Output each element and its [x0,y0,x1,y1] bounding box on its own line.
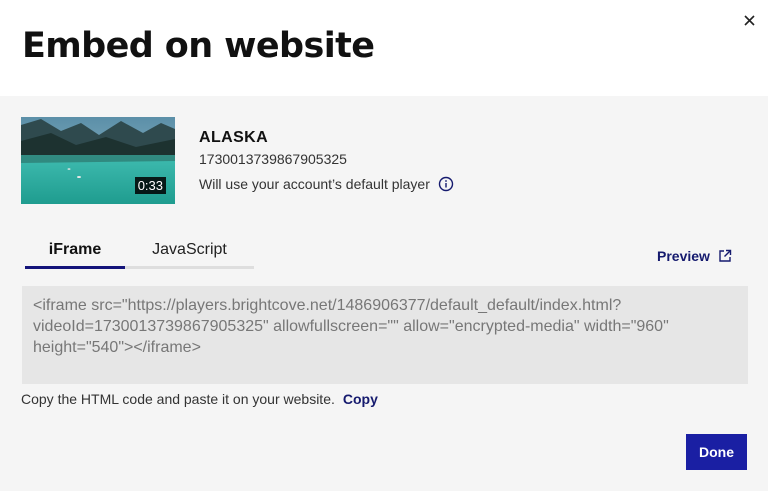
tab-iframe[interactable]: iFrame [25,239,125,269]
video-id: 1730013739867905325 [199,151,347,167]
close-button[interactable] [738,9,760,31]
embed-tabs: iFrame JavaScript [25,239,254,269]
copy-hint-text: Copy the HTML code and paste it on your … [21,391,335,407]
dialog-header: Embed on website [0,0,768,96]
info-icon[interactable] [438,176,454,192]
video-meta: ALASKA 1730013739867905325 Will use your… [199,128,454,193]
player-note: Will use your account’s default player [199,175,454,193]
preview-link[interactable]: Preview [657,248,732,264]
close-icon [743,14,755,26]
external-link-icon [718,249,732,263]
copy-hint: Copy the HTML code and paste it on your … [21,391,378,407]
dialog-body: 0:33 ALASKA 1730013739867905325 Will use… [0,96,768,491]
embed-code-box[interactable]: <iframe src="https://players.brightcove.… [22,286,748,384]
dialog-title: Embed on website [22,26,375,66]
done-button[interactable]: Done [686,434,747,470]
copy-button[interactable]: Copy [343,391,378,407]
player-note-text: Will use your account’s default player [199,176,430,192]
duration-badge: 0:33 [134,177,166,194]
tab-javascript[interactable]: JavaScript [125,239,254,269]
video-thumbnail: 0:33 [21,117,175,204]
preview-label: Preview [657,248,710,264]
video-name: ALASKA [199,129,269,146]
